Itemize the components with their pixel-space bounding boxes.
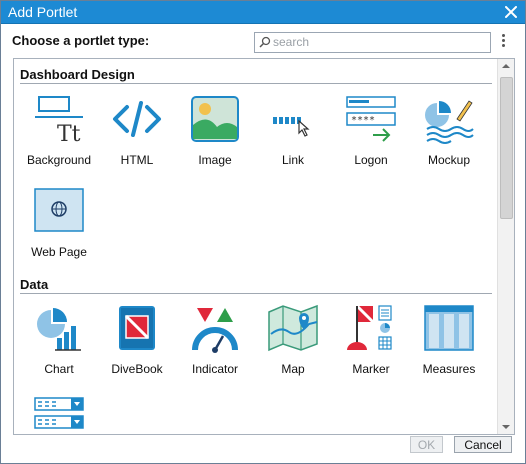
tile-indicator[interactable]: Indicator <box>177 304 253 376</box>
tile-label: Chart <box>44 362 74 376</box>
tile-label: Mockup <box>427 153 471 167</box>
section-title-dashboard-design: Dashboard Design <box>20 67 135 82</box>
html-code-icon <box>109 95 165 145</box>
image-icon <box>187 95 243 145</box>
tile-label: Image <box>198 153 232 167</box>
mockup-icon <box>421 95 477 145</box>
scroll-thumb[interactable] <box>500 77 513 219</box>
tile-logon[interactable]: **** Logon <box>333 95 409 167</box>
tile-mockup[interactable]: Mockup <box>411 95 487 167</box>
dialog-title: Add Portlet <box>8 4 78 20</box>
tile-divebook[interactable]: DiveBook <box>99 304 175 376</box>
cancel-button[interactable]: Cancel <box>454 436 512 453</box>
scroll-down-icon <box>502 425 510 429</box>
tile-web-page[interactable]: Web Page <box>21 187 97 259</box>
vertical-scrollbar[interactable] <box>497 59 514 434</box>
tile-partial[interactable] <box>21 396 97 434</box>
tile-label: Link <box>281 153 304 167</box>
chart-icon <box>31 304 87 354</box>
tile-image[interactable]: Image <box>177 95 253 167</box>
tile-link[interactable]: Link <box>255 95 331 167</box>
tile-label: Map <box>281 362 305 376</box>
section-divider <box>20 293 492 294</box>
web-page-icon <box>31 187 87 237</box>
dialog-titlebar[interactable]: Add Portlet <box>1 1 525 24</box>
marker-icon <box>343 304 399 354</box>
tile-label: DiveBook <box>111 362 163 376</box>
tile-chart[interactable]: Chart <box>21 304 97 376</box>
tile-label: Background <box>26 153 92 167</box>
scroll-up-button[interactable] <box>498 59 514 73</box>
tile-label: Web Page <box>31 245 87 259</box>
choose-portlet-label: Choose a portlet type: <box>12 33 150 48</box>
tile-label: HTML <box>120 153 154 167</box>
divebook-icon <box>109 304 165 354</box>
search-icon <box>259 36 271 48</box>
indicator-icon <box>187 304 243 354</box>
tile-measures[interactable]: Measures <box>411 304 487 376</box>
section-title-data: Data <box>20 277 49 292</box>
add-portlet-dialog: Add Portlet Choose a portlet type: Dashb… <box>0 0 526 464</box>
dropdown-selector-icon <box>31 396 87 434</box>
section-divider <box>20 83 492 84</box>
tile-map[interactable]: Map <box>255 304 331 376</box>
portlet-type-list[interactable]: Dashboard Design Tt Background HTML Imag… <box>13 58 515 435</box>
map-icon <box>265 304 321 354</box>
svg-text:Tt: Tt <box>57 122 81 145</box>
search-box[interactable] <box>254 32 491 53</box>
tile-marker[interactable]: Marker <box>333 304 409 376</box>
tile-html[interactable]: HTML <box>99 95 175 167</box>
svg-text:****: **** <box>351 115 375 126</box>
background-icon: Tt <box>31 95 87 145</box>
scroll-up-icon <box>502 64 510 68</box>
close-button[interactable] <box>502 3 520 21</box>
link-icon <box>265 95 321 145</box>
ok-button[interactable]: OK <box>410 436 443 453</box>
dialog-body: Choose a portlet type: Dashboard Design … <box>1 24 525 463</box>
tile-label: Logon <box>354 153 388 167</box>
tile-label: Measures <box>422 362 476 376</box>
measures-icon <box>421 304 477 354</box>
scroll-down-button[interactable] <box>498 420 514 434</box>
close-icon <box>505 6 517 18</box>
tile-label: Marker <box>352 362 390 376</box>
tile-background[interactable]: Tt Background <box>21 95 97 167</box>
tile-label: Indicator <box>191 362 239 376</box>
logon-icon: **** <box>343 95 399 145</box>
more-options-icon[interactable] <box>500 34 506 50</box>
search-input[interactable] <box>273 34 483 50</box>
